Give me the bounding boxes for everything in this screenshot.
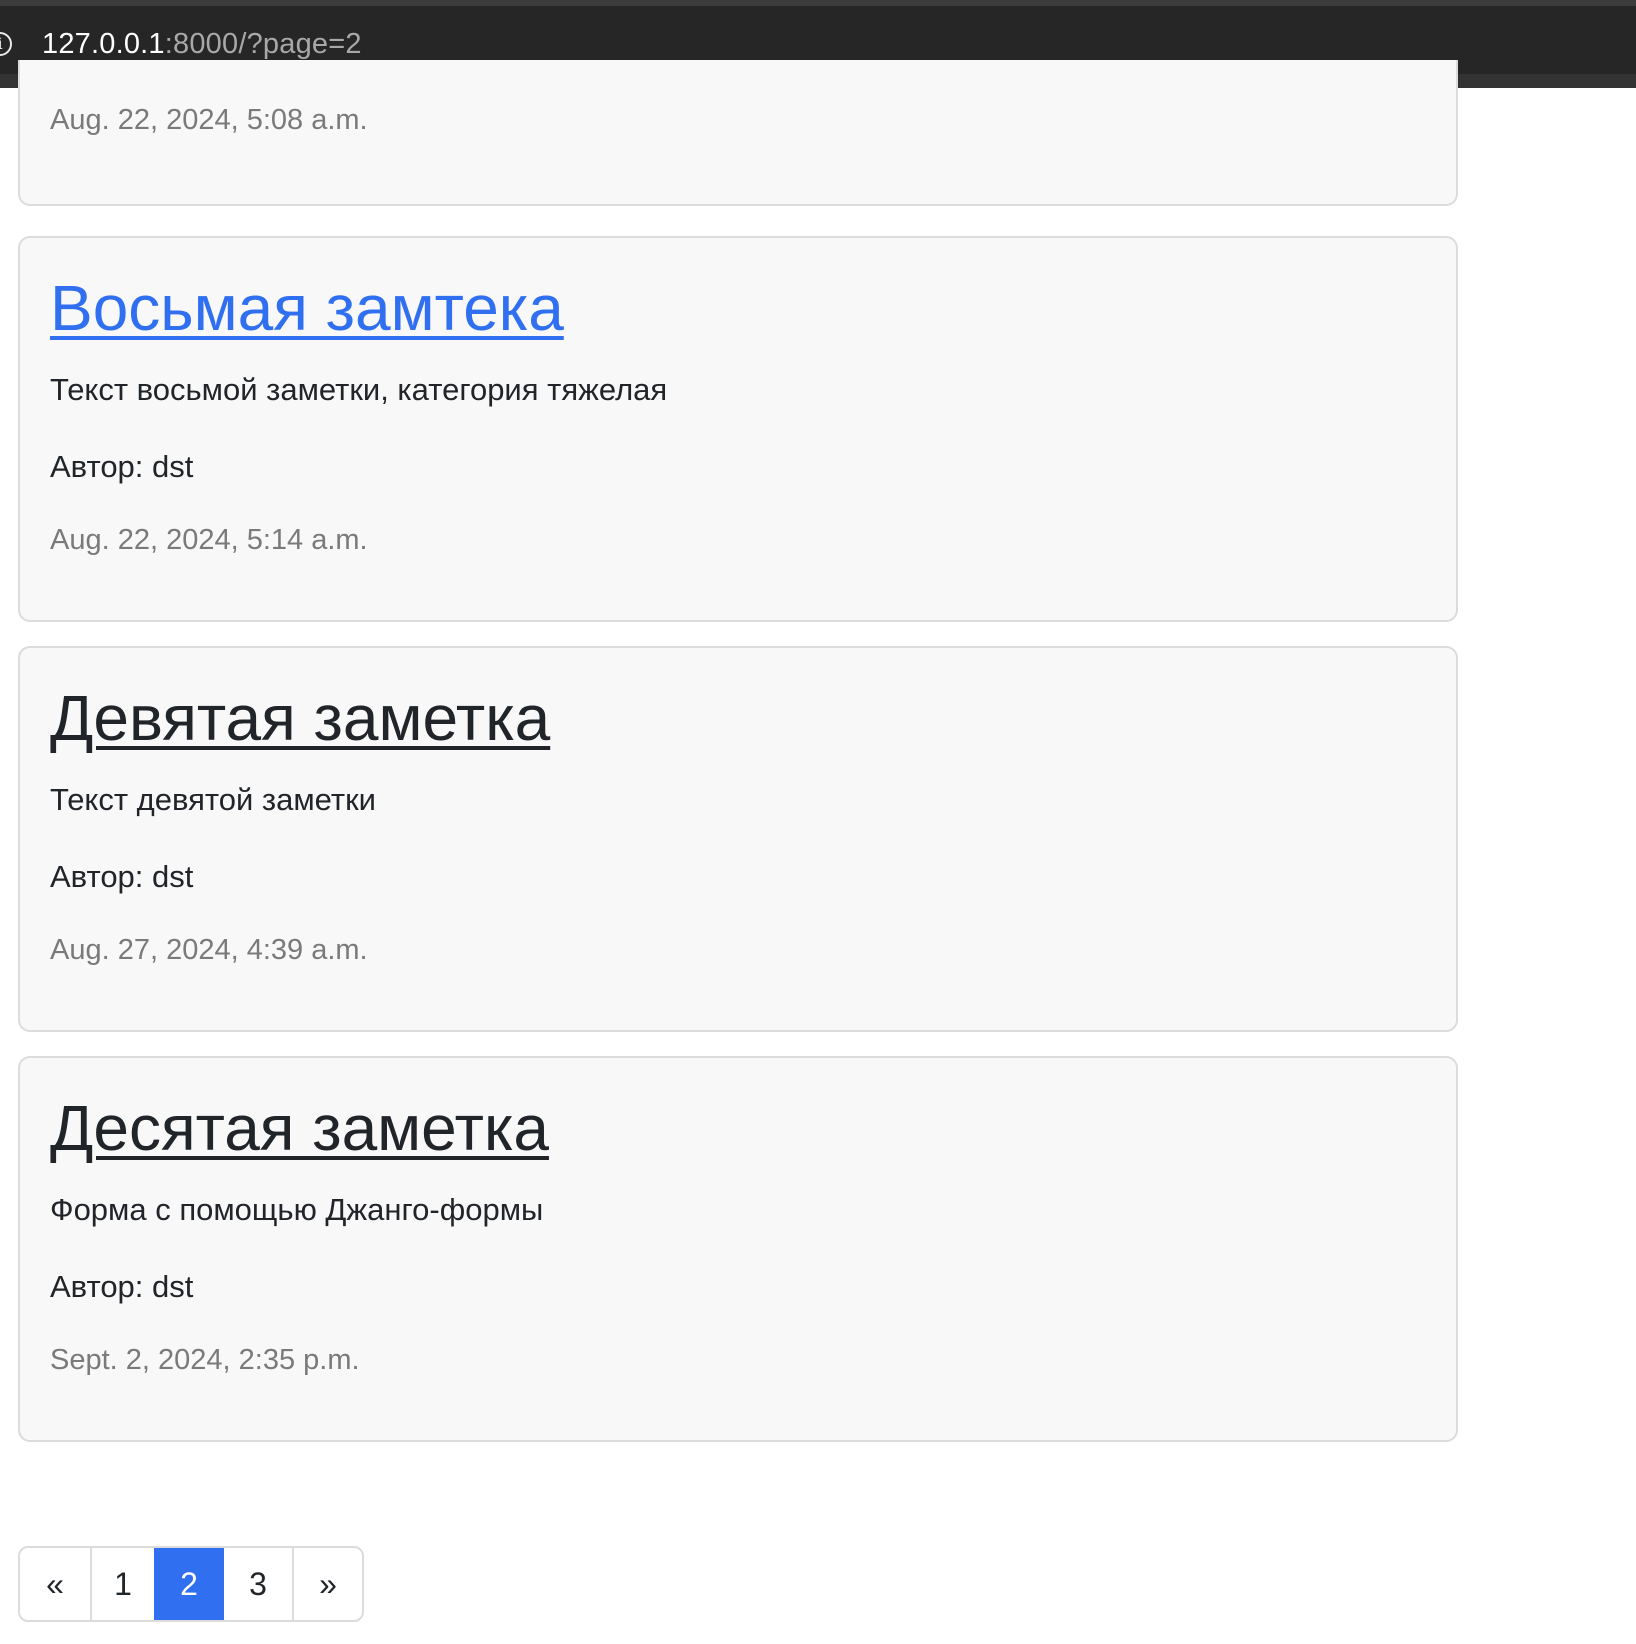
note-date: Aug. 22, 2024, 5:14 a.m. [50,524,368,556]
note-author: Автор: dst [50,449,194,484]
note-date: Aug. 27, 2024, 4:39 a.m. [50,934,368,966]
pagination-page-1[interactable]: 1 [90,1548,154,1620]
note-author: Автор: dst [50,1269,194,1304]
note-text: Форма с помощью Джанго-формы [50,1192,544,1227]
pagination-page-2-current[interactable]: 2 [154,1548,224,1620]
note-card: Десятая заметка Форма с помощью Джанго-ф… [18,1056,1458,1442]
note-card: Восьмая замтека Текст восьмой заметки, к… [18,236,1458,622]
note-date: Aug. 22, 2024, 5:08 a.m. [50,104,368,136]
pagination-page-3[interactable]: 3 [224,1548,292,1620]
pagination-next-button[interactable]: » [292,1548,362,1620]
note-title-link[interactable]: Девятая заметка [50,678,550,758]
note-title-link[interactable]: Десятая заметка [50,1088,549,1168]
url-field[interactable]: 127.0.0.1:8000/?page=2 [42,28,362,61]
url-path: :8000/?page=2 [164,28,362,60]
pagination-previous-button[interactable]: « [20,1548,90,1620]
pagination: « 1 2 3 » [18,1546,364,1622]
note-title-link[interactable]: Восьмая замтека [50,268,564,348]
note-text: Текст девятой заметки [50,782,376,817]
url-host: 127.0.0.1 [42,28,165,60]
info-icon[interactable]: i [0,32,12,56]
note-card: Девятая заметка Текст девятой заметки Ав… [18,646,1458,1032]
note-card: Aug. 22, 2024, 5:08 a.m. [18,60,1458,206]
note-text: Текст восьмой заметки, категория тяжелая [50,372,668,407]
note-date: Sept. 2, 2024, 2:35 p.m. [50,1344,360,1376]
note-author: Автор: dst [50,859,194,894]
